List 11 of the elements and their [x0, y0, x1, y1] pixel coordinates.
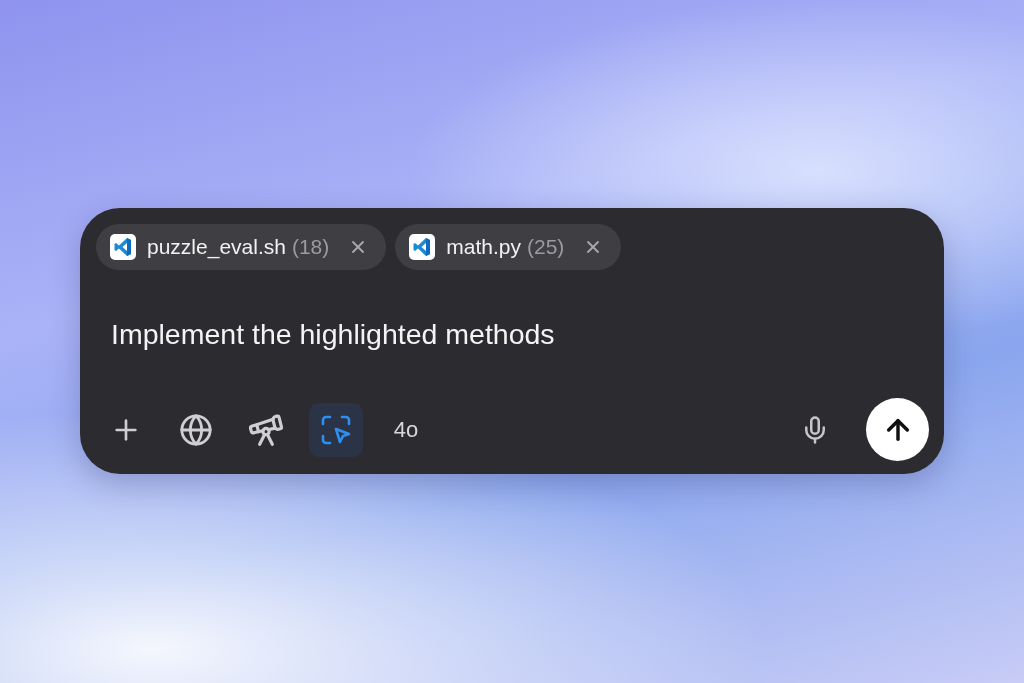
line-count: (25) [527, 234, 565, 261]
globe-icon [179, 412, 213, 447]
model-button[interactable]: 4o [379, 402, 433, 457]
attachment-name: puzzle_eval.sh [147, 234, 286, 261]
code-editor-icon [409, 234, 436, 260]
attachment-name: math.py [446, 234, 521, 261]
line-count: (18) [291, 234, 330, 261]
code-editor-icon [110, 234, 136, 260]
screen-select-button[interactable] [309, 402, 363, 457]
message-field[interactable]: Implement the highlighted methods [111, 317, 555, 351]
screen-select-icon [321, 414, 351, 445]
